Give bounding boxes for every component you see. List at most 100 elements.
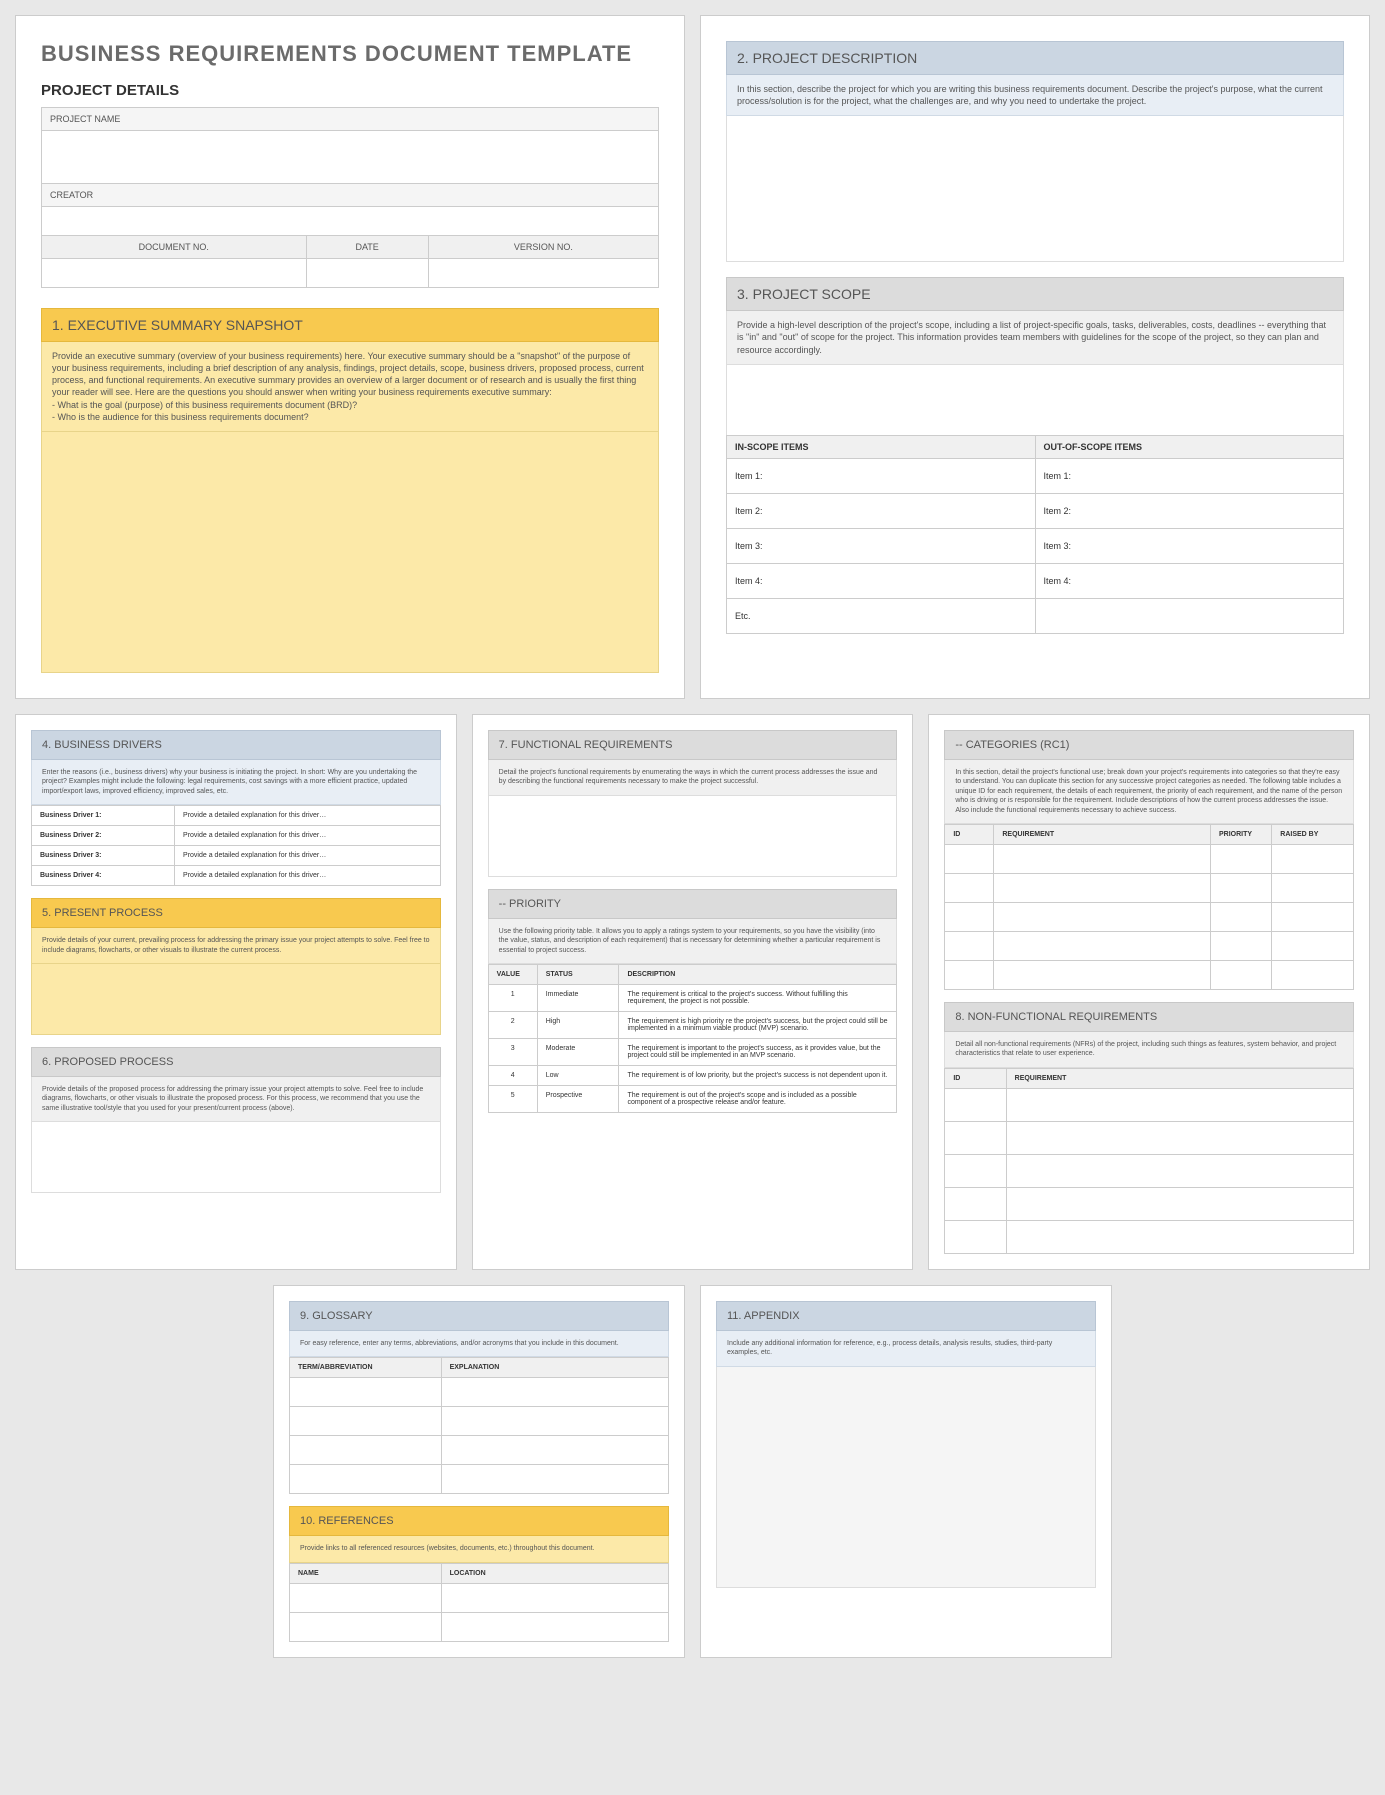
nfr-table: IDREQUIREMENT <box>944 1068 1354 1254</box>
section-10-body: Provide links to all referenced resource… <box>289 1536 669 1562</box>
categories-header: -- CATEGORIES (RC1) <box>944 730 1354 760</box>
page-1: BUSINESS REQUIREMENTS DOCUMENT TEMPLATE … <box>15 15 685 699</box>
input-creator[interactable] <box>42 207 659 236</box>
pr-d-5: The requirement is out of the project's … <box>619 1086 897 1113</box>
glossary-table: TERM/ABBREVIATIONEXPLANATION <box>289 1357 669 1494</box>
pr-d-2: The requirement is high priority re the … <box>619 1012 897 1039</box>
section-2-input[interactable] <box>726 116 1344 262</box>
gl-col-exp: EXPLANATION <box>441 1358 668 1378</box>
driver-4-label: Business Driver 4: <box>32 866 175 886</box>
col-date: DATE <box>306 236 428 259</box>
page-2: 2. PROJECT DESCRIPTION In this section, … <box>700 15 1370 699</box>
driver-2-exp[interactable]: Provide a detailed explanation for this … <box>175 826 441 846</box>
project-details-heading: PROJECT DETAILS <box>41 82 659 99</box>
driver-4-exp[interactable]: Provide a detailed explanation for this … <box>175 866 441 886</box>
page-3: 4. BUSINESS DRIVERS Enter the reasons (i… <box>15 714 457 1270</box>
section-11-header: 11. APPENDIX <box>716 1301 1096 1331</box>
col-value: VALUE <box>488 965 537 985</box>
pr-s-3: Moderate <box>537 1039 619 1066</box>
scope-table: IN-SCOPE ITEMSOUT-OF-SCOPE ITEMS Item 1:… <box>726 435 1344 634</box>
input-date[interactable] <box>306 259 428 288</box>
section-2-body: In this section, describe the project fo… <box>726 75 1344 116</box>
ref-col-loc: LOCATION <box>441 1563 668 1583</box>
priority-body: Use the following priority table. It all… <box>488 919 898 964</box>
cat-cell[interactable] <box>945 845 994 874</box>
doc-title: BUSINESS REQUIREMENTS DOCUMENT TEMPLATE <box>41 41 659 67</box>
section-7-header: 7. FUNCTIONAL REQUIREMENTS <box>488 730 898 760</box>
section-6-body: Provide details of the proposed process … <box>31 1077 441 1122</box>
section-3-body: Provide a high-level description of the … <box>726 311 1344 364</box>
priority-header: -- PRIORITY <box>488 889 898 919</box>
scope-out-etc[interactable] <box>1035 598 1344 633</box>
page-6: 9. GLOSSARY For easy reference, enter an… <box>273 1285 685 1658</box>
col-status: STATUS <box>537 965 619 985</box>
pr-s-4: Low <box>537 1066 619 1086</box>
section-5-body: Provide details of your current, prevail… <box>31 928 441 964</box>
pr-v-5: 5 <box>488 1086 537 1113</box>
pr-d-3: The requirement is important to the proj… <box>619 1039 897 1066</box>
section-9-header: 9. GLOSSARY <box>289 1301 669 1331</box>
driver-1-label: Business Driver 1: <box>32 806 175 826</box>
pr-d-1: The requirement is critical to the proje… <box>619 985 897 1012</box>
pr-s-1: Immediate <box>537 985 619 1012</box>
col-docno: DOCUMENT NO. <box>42 236 307 259</box>
section-3-header: 3. PROJECT SCOPE <box>726 277 1344 311</box>
ref-col-name: NAME <box>290 1563 442 1583</box>
page-7: 11. APPENDIX Include any additional info… <box>700 1285 1112 1658</box>
scope-in-3[interactable]: Item 3: <box>727 528 1036 563</box>
section-6-input[interactable] <box>31 1122 441 1193</box>
doc-meta-table: DOCUMENT NO.DATEVERSION NO. <box>41 235 659 288</box>
section-4-body: Enter the reasons (i.e., business driver… <box>31 760 441 805</box>
section-5-header: 5. PRESENT PROCESS <box>31 898 441 928</box>
scope-out-4[interactable]: Item 4: <box>1035 563 1344 598</box>
section-7-input[interactable] <box>488 796 898 877</box>
col-out-scope: OUT-OF-SCOPE ITEMS <box>1035 435 1344 458</box>
col-desc: DESCRIPTION <box>619 965 897 985</box>
driver-3-label: Business Driver 3: <box>32 846 175 866</box>
section-9-body: For easy reference, enter any terms, abb… <box>289 1331 669 1357</box>
section-3-input[interactable] <box>726 365 1344 436</box>
scope-in-2[interactable]: Item 2: <box>727 493 1036 528</box>
pr-s-2: High <box>537 1012 619 1039</box>
section-11-input[interactable] <box>716 1367 1096 1588</box>
driver-1-exp[interactable]: Provide a detailed explanation for this … <box>175 806 441 826</box>
label-project-name: PROJECT NAME <box>42 108 659 131</box>
scope-in-etc[interactable]: Etc. <box>727 598 1036 633</box>
scope-out-1[interactable]: Item 1: <box>1035 458 1344 493</box>
scope-out-3[interactable]: Item 3: <box>1035 528 1344 563</box>
cat-col-pri: PRIORITY <box>1210 825 1271 845</box>
driver-2-label: Business Driver 2: <box>32 826 175 846</box>
col-in-scope: IN-SCOPE ITEMS <box>727 435 1036 458</box>
project-details-table: PROJECT NAME CREATOR <box>41 107 659 236</box>
section-1-header: 1. EXECUTIVE SUMMARY SNAPSHOT <box>41 308 659 342</box>
input-version[interactable] <box>428 259 658 288</box>
gl-col-term: TERM/ABBREVIATION <box>290 1358 442 1378</box>
input-project-name[interactable] <box>42 131 659 184</box>
section-11-body: Include any additional information for r… <box>716 1331 1096 1367</box>
col-version: VERSION NO. <box>428 236 658 259</box>
cat-col-by: RAISED BY <box>1272 825 1354 845</box>
scope-out-2[interactable]: Item 2: <box>1035 493 1344 528</box>
section-5-input[interactable] <box>31 964 441 1035</box>
pr-d-4: The requirement is of low priority, but … <box>619 1066 897 1086</box>
input-docno[interactable] <box>42 259 307 288</box>
scope-in-4[interactable]: Item 4: <box>727 563 1036 598</box>
pr-v-2: 2 <box>488 1012 537 1039</box>
cat-col-req: REQUIREMENT <box>994 825 1211 845</box>
section-2-header: 2. PROJECT DESCRIPTION <box>726 41 1344 75</box>
section-1-input[interactable] <box>41 432 659 673</box>
drivers-table: Business Driver 1:Provide a detailed exp… <box>31 805 441 886</box>
references-table: NAMELOCATION <box>289 1563 669 1642</box>
section-4-header: 4. BUSINESS DRIVERS <box>31 730 441 760</box>
nfr-col-req: REQUIREMENT <box>1006 1068 1353 1088</box>
section-1-body: Provide an executive summary (overview o… <box>41 342 659 432</box>
page-5: -- CATEGORIES (RC1) In this section, det… <box>928 714 1370 1270</box>
label-creator: CREATOR <box>42 184 659 207</box>
section-10-header: 10. REFERENCES <box>289 1506 669 1536</box>
section-7-body: Detail the project's functional requirem… <box>488 760 898 796</box>
pr-s-5: Prospective <box>537 1086 619 1113</box>
categories-body: In this section, detail the project's fu… <box>944 760 1354 824</box>
driver-3-exp[interactable]: Provide a detailed explanation for this … <box>175 846 441 866</box>
pr-v-1: 1 <box>488 985 537 1012</box>
scope-in-1[interactable]: Item 1: <box>727 458 1036 493</box>
